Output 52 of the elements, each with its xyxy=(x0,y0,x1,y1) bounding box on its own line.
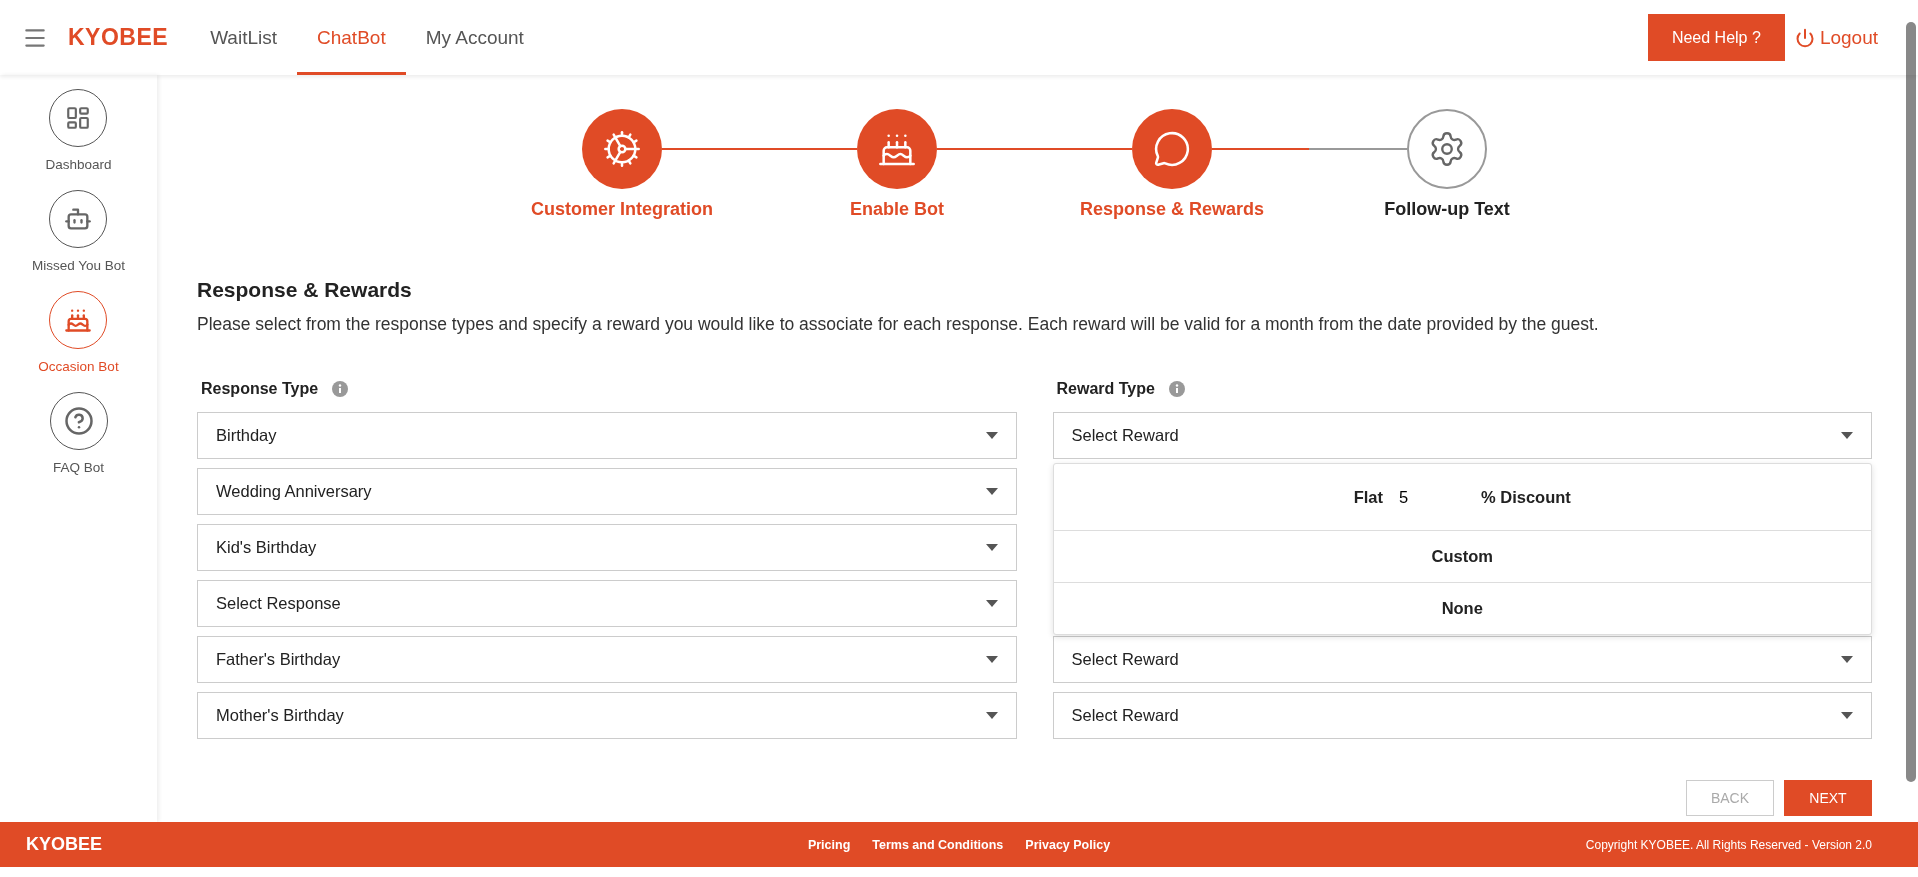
caret-icon xyxy=(1841,712,1853,719)
sidebar-item[interactable]: Missed You Bot xyxy=(31,190,126,273)
response-select[interactable]: Select Response xyxy=(197,580,1017,627)
response-select[interactable]: Father's Birthday xyxy=(197,636,1017,683)
footer-link[interactable]: Pricing xyxy=(807,837,851,852)
section-description: Please select from the response types and specify a reward you would like to associate for each response. Each reward will be valid for a month from the date provided by the guest. xyxy=(197,314,1600,335)
caret-icon xyxy=(985,488,998,495)
info-icon[interactable] xyxy=(1168,381,1185,397)
next-button[interactable]: NEXT xyxy=(1784,780,1872,816)
caret-icon xyxy=(985,712,998,719)
dashboard-icon xyxy=(65,105,92,131)
help-button[interactable]: Need Help ? xyxy=(1647,14,1785,61)
logo: KYOBEE xyxy=(68,24,169,51)
menu-option[interactable]: None xyxy=(1053,582,1871,634)
reward-select[interactable]: Select Reward xyxy=(1052,412,1872,459)
caret-icon xyxy=(985,600,998,607)
step-label: Response & Rewards xyxy=(1079,199,1265,220)
footer-link[interactable]: Terms and Conditions xyxy=(872,837,1004,852)
response-select[interactable]: Wedding Anniversary xyxy=(197,468,1017,515)
step-label: Enable Bot xyxy=(850,199,944,220)
power-icon xyxy=(1794,27,1815,48)
menu-option[interactable]: Custom xyxy=(1053,530,1871,582)
scrollbar[interactable] xyxy=(1906,22,1916,782)
nav-tab[interactable]: ChatBot xyxy=(297,0,406,75)
response-select[interactable]: Birthday xyxy=(197,412,1017,459)
response-select[interactable]: Kid's Birthday xyxy=(197,524,1017,571)
info-icon[interactable] xyxy=(332,381,349,397)
help-icon xyxy=(63,406,94,436)
logout-link[interactable]: Logout xyxy=(1794,26,1878,49)
step-label: Follow-up Text xyxy=(1384,199,1510,220)
reward-select[interactable]: Select Reward xyxy=(1052,692,1872,739)
caret-icon xyxy=(985,656,998,663)
nav-tab[interactable]: My Account xyxy=(405,0,544,75)
caret-icon xyxy=(985,544,998,551)
caret-icon xyxy=(985,432,998,439)
nav-tab[interactable]: WaitList xyxy=(190,0,297,75)
caret-icon xyxy=(1841,432,1853,439)
section-title: Response & Rewards xyxy=(197,278,413,302)
field-label: Reward Type xyxy=(1056,380,1155,398)
reward-select[interactable]: Select Reward xyxy=(1052,636,1872,683)
gear-icon xyxy=(602,129,642,169)
caret-icon xyxy=(1841,656,1853,663)
discount-input[interactable]: 5 xyxy=(1397,486,1467,508)
footer-logo: KYOBEE xyxy=(26,834,103,855)
option-text: Flat xyxy=(1353,487,1383,507)
footer-link[interactable]: Privacy Policy xyxy=(1025,837,1111,852)
option-text: % Discount xyxy=(1481,487,1571,507)
response-select[interactable]: Mother's Birthday xyxy=(197,692,1017,739)
copyright-text: Copyright KYOBEE. All Rights Reserved - Version 2.0 xyxy=(1585,837,1872,852)
step-label: Customer Integration xyxy=(531,199,713,220)
field-label: Response Type xyxy=(201,380,319,398)
speech-bubble-icon xyxy=(1153,130,1191,168)
